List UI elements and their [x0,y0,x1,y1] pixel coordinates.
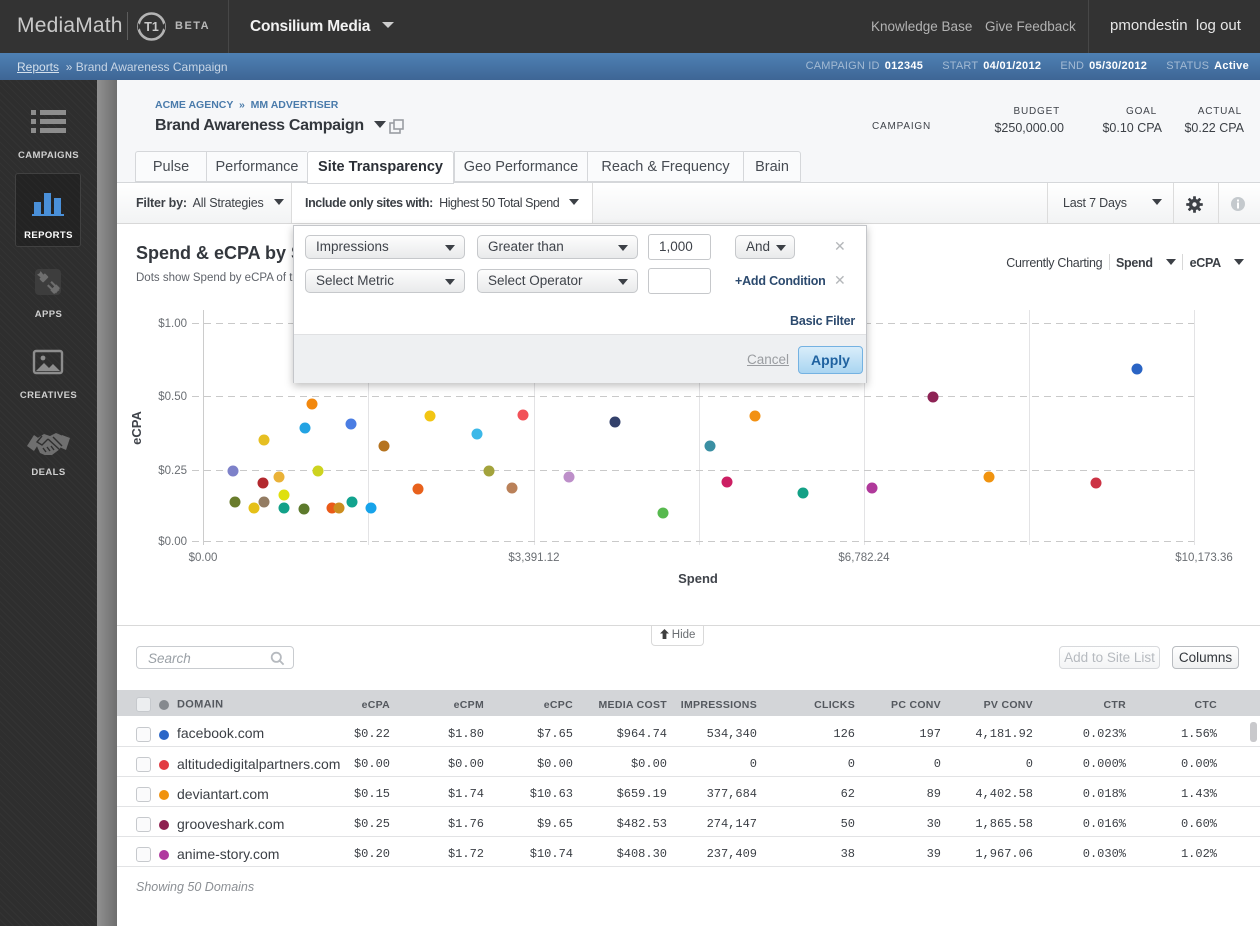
svg-text:T1: T1 [144,20,159,34]
svg-text:Spend: Spend [678,571,718,586]
svg-text:$0.00: $0.00 [189,552,218,564]
svg-text:$3,391.12: $3,391.12 [508,552,559,564]
svg-text:$10,173.36: $10,173.36 [1175,552,1233,564]
svg-text:$0.00: $0.00 [158,536,187,548]
svg-text:eCPA: eCPA [129,411,144,445]
svg-text:$0.25: $0.25 [158,465,187,477]
svg-text:$6,782.24: $6,782.24 [838,552,890,564]
svg-text:$0.50: $0.50 [158,391,187,403]
svg-text:$1.00: $1.00 [158,318,187,330]
